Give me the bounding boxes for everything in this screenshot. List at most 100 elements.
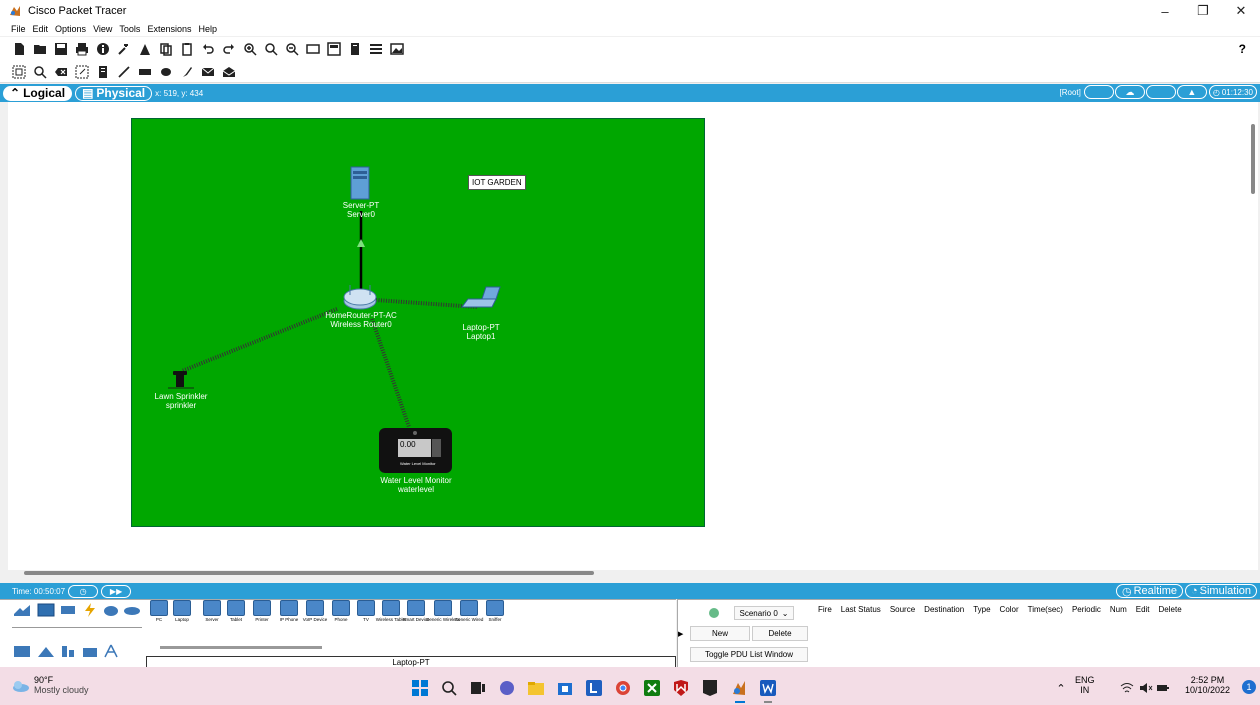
chrome-icon[interactable] [615,680,631,696]
open-folder-icon[interactable] [31,41,49,57]
device-list-scrollbar[interactable] [160,646,322,649]
device-label-server[interactable]: Server-PT Server0 [343,201,379,219]
menu-options[interactable]: Options [55,24,86,34]
new-file-icon[interactable] [10,41,28,57]
simulation-mode-tab[interactable]: ◔ Simulation [1184,584,1257,598]
paste-icon[interactable] [178,41,196,57]
device-voip[interactable]: VoIP Device [303,600,327,626]
windows-start-icon[interactable] [412,680,428,696]
pdu-icon[interactable] [346,41,364,57]
notification-badge[interactable]: 1 [1242,680,1256,694]
copy-icon[interactable] [157,41,175,57]
device-sniffer[interactable]: Sniffer [485,600,505,626]
end-devices-category[interactable] [36,602,56,618]
environment-icon[interactable]: ▲ [1176,85,1207,99]
menu-view[interactable]: View [93,24,112,34]
delete-icon[interactable] [52,64,70,80]
viewport-button[interactable] [1145,85,1176,99]
print-icon[interactable] [73,41,91,57]
tab-logical[interactable]: ⌃ Logical [3,85,73,101]
network-info-icon[interactable] [136,41,154,57]
note-icon[interactable] [94,64,112,80]
undo-icon[interactable] [199,41,217,57]
freeform-icon[interactable] [178,64,196,80]
word-icon[interactable] [760,680,776,696]
cluster-icon[interactable]: ☁ [1114,85,1145,99]
close-button[interactable]: ✕ [1222,0,1260,22]
tower-category[interactable] [101,643,121,659]
rectangle-icon[interactable] [136,64,154,80]
vertical-scrollbar[interactable] [1251,124,1255,194]
image-icon[interactable] [388,41,406,57]
menu-file[interactable]: File [11,24,26,34]
line-icon[interactable] [115,64,133,80]
zoom-out-icon[interactable] [283,41,301,57]
device-printer[interactable]: Printer [252,600,272,626]
zoom-in-icon[interactable] [241,41,259,57]
device-wireless-tablet[interactable]: Wireless Tablet [376,600,406,626]
home-category[interactable] [12,643,32,659]
industrial-category[interactable] [58,643,78,659]
menu-tools[interactable]: Tools [119,24,140,34]
device-label-router[interactable]: HomeRouter-PT-AC Wireless Router0 [325,311,397,329]
garden-area[interactable]: IOT GARDEN Server-PT Server0 HomeRouter-… [131,118,705,527]
complex-pdu-icon[interactable] [220,64,238,80]
simple-pdu-icon[interactable] [199,64,217,80]
weather-widget[interactable]: 90°F Mostly cloudy [34,675,89,695]
custom-device-icon[interactable] [325,41,343,57]
clock-display[interactable]: ◴ 01:12:30 [1208,85,1257,99]
device-laptop[interactable]: Laptop [172,600,192,626]
menu-extensions[interactable]: Extensions [147,24,191,34]
smart-city-category[interactable] [36,643,56,659]
realtime-mode-tab[interactable]: ◷ Realtime [1115,584,1183,598]
new-scenario-button[interactable]: New [690,626,750,641]
menu-edit[interactable]: Edit [33,24,49,34]
epic-games-icon[interactable] [702,680,718,696]
misc-category[interactable] [101,602,121,618]
minimize-button[interactable]: – [1146,0,1184,22]
mcafee-icon[interactable] [673,680,689,696]
weather-icon[interactable] [10,679,30,696]
device-label-laptop[interactable]: Laptop-PT Laptop1 [462,323,499,341]
horizontal-scrollbar[interactable] [24,571,594,575]
l-app-icon[interactable] [586,680,602,696]
navigation-button[interactable] [1083,85,1114,99]
packet-tracer-taskbar-icon[interactable] [731,680,747,696]
inspect-icon[interactable] [31,64,49,80]
device-ip-phone[interactable]: IP Phone [279,600,299,626]
delete-scenario-button[interactable]: Delete [752,626,808,641]
chat-icon[interactable] [499,680,515,696]
chevron-up-icon[interactable]: ⌃ [1053,680,1069,696]
device-label-sprinkler[interactable]: Lawn Sprinkler sprinkler [155,392,208,410]
file-explorer-icon[interactable] [528,680,544,696]
store-icon[interactable] [557,680,573,696]
zoom-reset-icon[interactable] [262,41,280,57]
help-button[interactable]: ? [1239,42,1246,56]
system-clock[interactable]: 2:52 PM 10/10/2022 [1185,675,1230,695]
wizard-icon[interactable] [115,41,133,57]
device-label-waterlevel[interactable]: Water Level Monitor waterlevel [380,476,451,494]
menu-help[interactable]: Help [198,24,217,34]
power-cycle-button[interactable]: ◷ [68,584,99,598]
scenario-select[interactable]: Scenario 0 ⌄ [734,606,794,620]
device-tablet[interactable]: Tablet [226,600,246,626]
device-phone[interactable]: Phone [331,600,351,626]
toggle-pdu-list-button[interactable]: Toggle PDU List Window [690,647,808,662]
components-category[interactable] [58,602,78,618]
volume-muted-icon[interactable] [1138,680,1154,696]
device-smart-device[interactable]: Smart Device [403,600,430,626]
tab-physical[interactable]: ▤ Physical [75,85,153,101]
search-icon[interactable] [441,680,457,696]
xbox-icon[interactable] [644,680,660,696]
root-label[interactable]: [Root] [1060,88,1081,97]
restore-button[interactable]: ❐ [1184,0,1222,22]
device-pc[interactable]: PC [149,600,169,626]
connections-category[interactable] [80,602,100,618]
garden-note[interactable]: IOT GARDEN [468,175,526,190]
device-generic-wireless[interactable]: Generic Wireless [426,600,460,626]
language-indicator[interactable]: ENG IN [1075,675,1095,695]
device-generic-wired[interactable]: Generic Wired [455,600,483,626]
draw-palette-icon[interactable] [304,41,322,57]
battery-icon[interactable] [1155,680,1171,696]
multiuser-category[interactable] [122,602,142,618]
